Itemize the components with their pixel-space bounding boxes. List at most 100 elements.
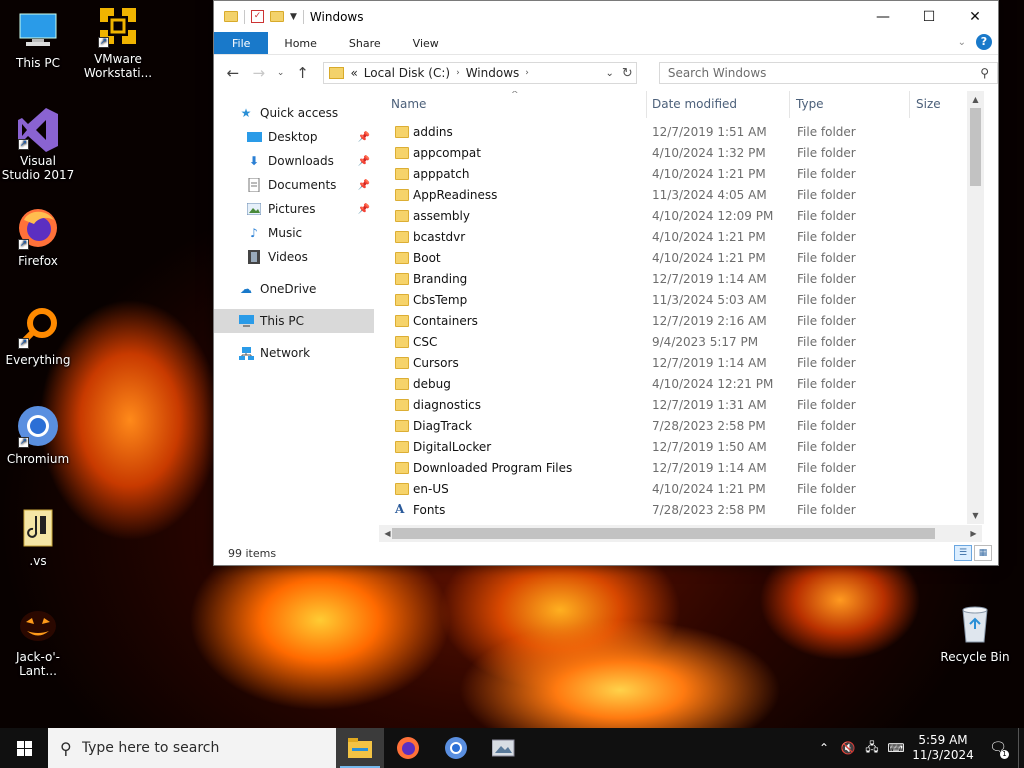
table-row[interactable]: AppReadiness 11/3/2024 4:05 AM File folder — [379, 185, 984, 206]
taskbar-chromium[interactable] — [432, 728, 480, 768]
maximize-button[interactable]: ☐ — [906, 1, 952, 32]
desktop-icon-recycle-bin[interactable]: Recycle Bin — [937, 602, 1013, 664]
vertical-scrollbar[interactable]: ▲ ▼ — [967, 91, 984, 524]
nav-item-onedrive[interactable]: ☁ OneDrive — [214, 277, 374, 301]
breadcrumb-windows[interactable]: Windows — [466, 66, 520, 80]
up-arrow-icon[interactable]: ↑ — [294, 64, 312, 82]
table-row[interactable]: Cursors 12/7/2019 1:14 AM File folder — [379, 353, 984, 374]
start-button[interactable] — [0, 728, 48, 768]
table-row[interactable]: DiagTrack 7/28/2023 2:58 PM File folder — [379, 416, 984, 437]
column-divider[interactable] — [789, 91, 790, 118]
volume-muted-icon[interactable]: 🔇 — [836, 741, 860, 755]
pin-icon[interactable]: 📌 — [358, 180, 370, 191]
taskbar-firefox[interactable] — [384, 728, 432, 768]
scroll-thumb[interactable] — [392, 528, 935, 539]
keyboard-icon[interactable]: ⌨ — [884, 741, 908, 755]
help-icon[interactable]: ? — [976, 34, 992, 50]
horizontal-scrollbar[interactable]: ◀ ▶ — [379, 525, 982, 542]
scroll-up-arrow-icon[interactable]: ▲ — [967, 91, 984, 108]
scroll-right-arrow-icon[interactable]: ▶ — [965, 525, 982, 542]
tab-share[interactable]: Share — [333, 32, 397, 54]
taskbar-app[interactable] — [480, 728, 528, 768]
column-divider[interactable] — [646, 91, 647, 118]
breadcrumb-chevron-icon[interactable]: › — [456, 68, 460, 78]
address-bar[interactable]: « Local Disk (C:) › Windows › ⌄ ↻ — [323, 62, 637, 84]
table-row[interactable]: DigitalLocker 12/7/2019 1:50 AM File folde… — [379, 437, 984, 458]
nav-item-network[interactable]: Network — [214, 341, 374, 365]
table-row[interactable]: Boot 4/10/2024 1:21 PM File folder — [379, 248, 984, 269]
taskbar-search-box[interactable]: ⚲ — [48, 728, 336, 768]
table-row[interactable]: CbsTemp 11/3/2024 5:03 AM File folder — [379, 290, 984, 311]
table-row[interactable]: Branding 12/7/2019 1:14 AM File folder — [379, 269, 984, 290]
large-icons-view-icon[interactable]: ▦ — [974, 545, 992, 561]
nav-item-pictures[interactable]: Pictures 📌 — [214, 197, 374, 221]
details-view-icon[interactable]: ☰ — [954, 545, 972, 561]
desktop-icon-visual-studio[interactable]: ↗ Visual Studio 2017 — [0, 106, 76, 182]
title-bar[interactable]: ✓ ▼ Windows — ☐ ✕ — [214, 1, 998, 32]
tab-view[interactable]: View — [397, 32, 455, 54]
nav-item-this-pc[interactable]: This PC — [214, 309, 374, 333]
table-row[interactable]: Containers 12/7/2019 2:16 AM File folder — [379, 311, 984, 332]
table-row[interactable]: apppatch 4/10/2024 1:21 PM File folder — [379, 164, 984, 185]
tab-file[interactable]: File — [214, 32, 269, 54]
table-row[interactable]: bcastdvr 4/10/2024 1:21 PM File folder — [379, 227, 984, 248]
nav-item-desktop[interactable]: Desktop 📌 — [214, 125, 374, 149]
table-row[interactable]: en-US 4/10/2024 1:21 PM File folder — [379, 479, 984, 500]
nav-item-music[interactable]: ♪ Music — [214, 221, 374, 245]
new-folder-icon[interactable] — [270, 11, 284, 22]
folder-icon — [395, 210, 409, 222]
address-overflow-marker[interactable]: « — [350, 66, 357, 80]
desktop-icon-chromium[interactable]: ↗ Chromium — [0, 404, 76, 466]
table-row[interactable]: assembly 4/10/2024 12:09 PM File folder — [379, 206, 984, 227]
close-button[interactable]: ✕ — [952, 1, 998, 32]
tab-home[interactable]: Home — [268, 32, 332, 54]
taskbar-search-input[interactable] — [81, 740, 312, 756]
nav-item-quick-access[interactable]: ★ Quick access — [214, 101, 374, 125]
column-header-name[interactable]: Name — [391, 97, 426, 111]
column-header-type[interactable]: Type — [796, 97, 824, 111]
breadcrumb-local-disk[interactable]: Local Disk (C:) — [364, 66, 450, 80]
scroll-thumb[interactable] — [970, 108, 981, 186]
recent-locations-chevron-icon[interactable]: ⌄ — [276, 68, 286, 78]
minimize-button[interactable]: — — [860, 1, 906, 32]
customize-toolbar-dropdown-icon[interactable]: ▼ — [290, 12, 297, 22]
properties-icon[interactable]: ✓ — [251, 10, 264, 23]
address-dropdown-icon[interactable]: ⌄ — [605, 68, 613, 79]
table-row[interactable]: diagnostics 12/7/2019 1:31 AM File folder — [379, 395, 984, 416]
column-divider[interactable] — [909, 91, 910, 118]
nav-item-downloads[interactable]: ⬇ Downloads 📌 — [214, 149, 374, 173]
search-box[interactable]: ⚲ — [658, 62, 998, 84]
table-row[interactable]: debug 4/10/2024 12:21 PM File folder — [379, 374, 984, 395]
clock[interactable]: 5:59 AM 11/3/2024 — [908, 733, 978, 763]
scroll-down-arrow-icon[interactable]: ▼ — [967, 507, 984, 524]
search-input[interactable] — [667, 66, 968, 80]
network-icon[interactable]: 🖧 — [860, 738, 884, 759]
nav-item-videos[interactable]: Videos — [214, 245, 374, 269]
refresh-icon[interactable]: ↻ — [622, 66, 633, 81]
forward-arrow-icon[interactable]: → — [250, 64, 268, 82]
table-row[interactable]: addins 12/7/2019 1:51 AM File folder — [379, 122, 984, 143]
table-row[interactable]: A Fonts 7/28/2023 2:58 PM File folder — [379, 500, 984, 521]
taskbar-file-explorer[interactable] — [336, 728, 384, 768]
nav-item-documents[interactable]: Documents 📌 — [214, 173, 374, 197]
table-row[interactable]: CSC 9/4/2023 5:17 PM File folder — [379, 332, 984, 353]
expand-ribbon-chevron-icon[interactable]: ⌄ — [958, 37, 966, 48]
desktop-icon-firefox[interactable]: ↗ Firefox — [0, 206, 76, 268]
desktop-icon-vmware[interactable]: ↗ VMware Workstati... — [80, 4, 156, 80]
desktop-icon-everything[interactable]: ↗ Everything — [0, 305, 76, 367]
show-desktop-button[interactable] — [1018, 728, 1024, 768]
breadcrumb-chevron-icon[interactable]: › — [525, 68, 529, 78]
desktop-icon-this-pc[interactable]: This PC — [0, 8, 76, 70]
table-row[interactable]: appcompat 4/10/2024 1:32 PM File folder — [379, 143, 984, 164]
pin-icon[interactable]: 📌 — [358, 204, 370, 215]
table-row[interactable]: Downloaded Program Files 12/7/2019 1:14 A… — [379, 458, 984, 479]
desktop-icon-vs-folder[interactable]: .vs — [0, 506, 76, 568]
back-arrow-icon[interactable]: ← — [224, 64, 242, 82]
pin-icon[interactable]: 📌 — [358, 156, 370, 167]
column-header-date[interactable]: Date modified — [652, 97, 737, 111]
pin-icon[interactable]: 📌 — [358, 132, 370, 143]
show-hidden-icons-chevron-icon[interactable]: ⌃ — [812, 741, 836, 755]
column-header-size[interactable]: Size — [916, 97, 941, 111]
desktop-icon-jack-o-lantern[interactable]: Jack-o'-Lant... — [0, 602, 76, 678]
action-center-icon[interactable]: 🗨 1 — [978, 740, 1018, 759]
